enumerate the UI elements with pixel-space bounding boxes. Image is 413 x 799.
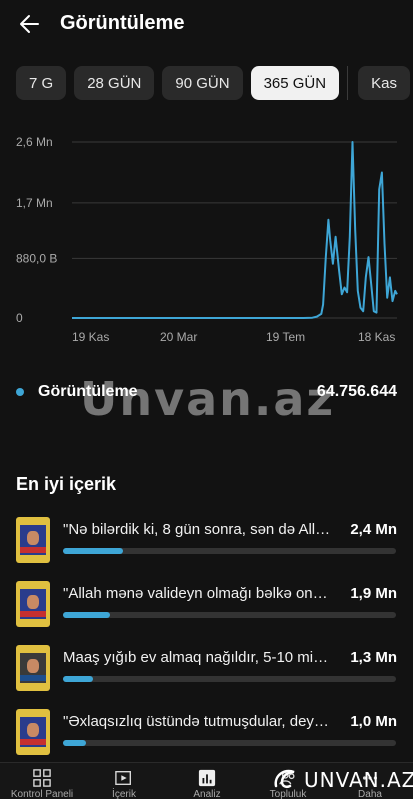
video-thumbnail	[16, 581, 50, 627]
content-item[interactable]: Maaş yığıb ev almaq nağıldır, 5-10 minli…	[16, 645, 397, 691]
views-bar-fill	[63, 740, 87, 746]
content-title: "Allah mənə valideyn olmağı bəlkə onada.…	[63, 585, 331, 602]
page-title: Görüntüleme	[60, 12, 185, 34]
views-line-chart: 2,6 Mn 1,7 Mn 880,0 B 0 19 Kas 20 Mar 19 Tem 1…	[16, 135, 398, 344]
nav-analytics[interactable]: Analiz	[177, 769, 237, 799]
nav-label: Kontrol Paneli	[10, 789, 74, 799]
content-views: 1,3 Mn	[350, 649, 397, 666]
views-bar-fill	[63, 548, 123, 554]
content-title: "Nə bilərdik ki, 8 gün sonra, sən də All…	[63, 521, 331, 538]
video-thumbnail	[16, 645, 50, 691]
content-item[interactable]: "Allah mənə valideyn olmağı bəlkə onada.…	[16, 581, 397, 627]
video-thumbnail	[16, 709, 50, 755]
nav-content[interactable]: İçerik	[94, 769, 154, 799]
dashboard-grid-icon	[33, 769, 51, 787]
views-bar	[63, 548, 396, 554]
y-tick-label: 880,0 B	[16, 251, 57, 265]
unvan-logo: UNVAN.AZ	[272, 766, 413, 794]
nav-label: Analiz	[193, 789, 221, 799]
x-tick-label: 19 Kas	[72, 330, 109, 344]
content-views: 1,0 Mn	[350, 713, 397, 730]
metric-value: 64.756.644	[316, 383, 397, 400]
metric-row: Görüntüleme 64.756.644	[16, 380, 397, 404]
content-title: Maaş yığıb ev almaq nağıldır, 5-10 minli…	[63, 649, 331, 666]
content-title: "Əxlaqsızlıq üstündə tutmuşdular, deyib.…	[63, 713, 331, 730]
y-tick-label: 1,7 Mn	[16, 196, 53, 210]
views-bar	[63, 740, 396, 746]
x-tick-label: 19 Tem	[266, 330, 305, 344]
series-dot	[16, 388, 24, 396]
video-thumbnail	[16, 517, 50, 563]
nav-dashboard[interactable]: Kontrol Paneli	[10, 769, 74, 799]
chip-28-days[interactable]: 28 GÜN	[74, 66, 155, 100]
chip-90-days[interactable]: 90 GÜN	[162, 66, 243, 100]
y-tick-label: 2,6 Mn	[16, 135, 53, 149]
chip-month[interactable]: Kas	[358, 66, 410, 100]
content-item[interactable]: "Əxlaqsızlıq üstündə tutmuşdular, deyib.…	[16, 709, 397, 755]
chip-7-days[interactable]: 7 G	[16, 66, 67, 100]
metric-label: Görüntüleme	[38, 383, 138, 400]
logo-swirl-icon	[274, 769, 295, 789]
x-tick-label: 18 Kas	[358, 330, 395, 344]
views-bar	[63, 676, 396, 682]
arrow-left-icon[interactable]	[16, 10, 44, 38]
logo-text: UNVAN.AZ	[304, 768, 413, 792]
series-line	[72, 141, 398, 319]
nav-label: İçerik	[112, 789, 136, 799]
views-bar	[63, 612, 396, 618]
video-library-icon	[115, 771, 131, 785]
y-tick-label: 0	[16, 311, 23, 325]
views-bar-fill	[63, 676, 93, 682]
content-item[interactable]: "Nə bilərdik ki, 8 gün sonra, sən də All…	[16, 517, 397, 563]
section-title: En iyi içerik	[16, 474, 117, 494]
app-header: Görüntüleme	[0, 0, 413, 52]
content-views: 2,4 Mn	[350, 521, 397, 538]
analytics-bars-icon	[198, 769, 216, 787]
chip-365-days[interactable]: 365 GÜN	[250, 66, 340, 100]
views-bar-fill	[63, 612, 110, 618]
content-views: 1,9 Mn	[350, 585, 397, 602]
chip-divider	[347, 66, 349, 100]
date-range-chips: 7 G 28 GÜN 90 GÜN 365 GÜN Kas	[16, 66, 413, 100]
x-tick-label: 20 Mar	[160, 330, 197, 344]
